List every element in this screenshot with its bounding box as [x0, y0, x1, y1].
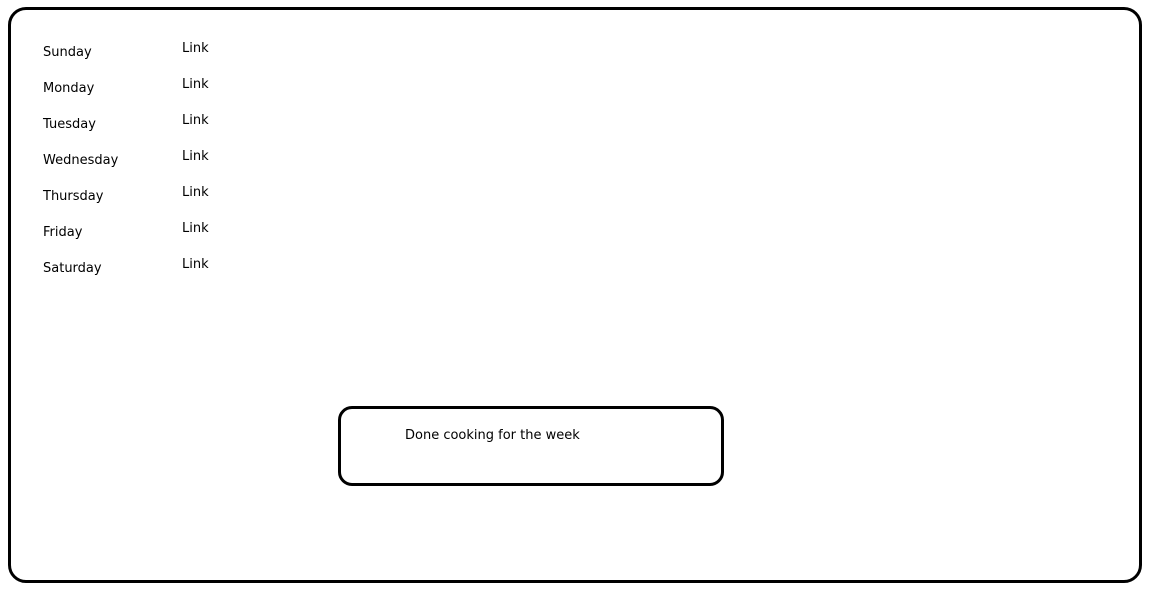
day-label-monday: Monday — [43, 81, 95, 96]
day-label-saturday: Saturday — [43, 261, 102, 276]
link-saturday[interactable]: Link — [182, 257, 209, 273]
link-tuesday[interactable]: Link — [182, 113, 209, 129]
done-cooking-button[interactable]: Done cooking for the week — [338, 406, 724, 486]
day-label-tuesday: Tuesday — [43, 117, 96, 132]
day-label-thursday: Thursday — [43, 189, 104, 204]
link-wednesday[interactable]: Link — [182, 149, 209, 165]
link-monday[interactable]: Link — [182, 77, 209, 93]
day-label-friday: Friday — [43, 225, 83, 240]
link-friday[interactable]: Link — [182, 221, 209, 237]
link-sunday[interactable]: Link — [182, 41, 209, 57]
page-frame — [8, 7, 1142, 583]
day-label-wednesday: Wednesday — [43, 153, 119, 168]
done-cooking-label: Done cooking for the week — [405, 428, 580, 443]
link-thursday[interactable]: Link — [182, 185, 209, 201]
day-label-sunday: Sunday — [43, 45, 92, 60]
